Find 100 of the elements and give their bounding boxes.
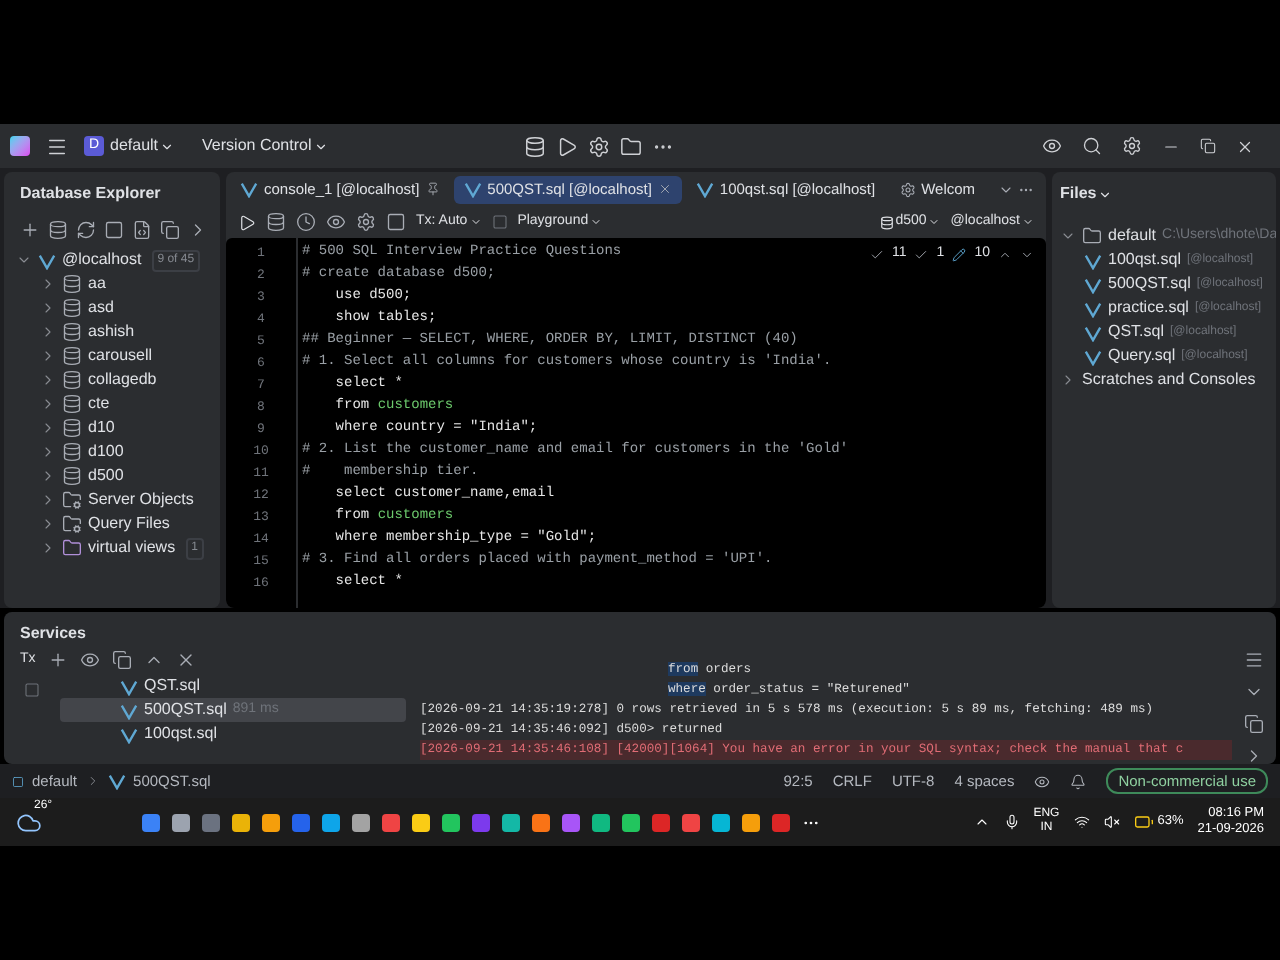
refresh-icon[interactable] bbox=[76, 220, 96, 240]
tree-item[interactable]: d500 bbox=[88, 464, 124, 488]
expand-icon[interactable] bbox=[40, 516, 56, 532]
schema-icon bbox=[62, 274, 82, 294]
caret-icon bbox=[313, 139, 328, 153]
execute-icon[interactable] bbox=[238, 213, 256, 231]
tree-item[interactable]: collagedb bbox=[88, 368, 157, 392]
file-tree-item[interactable]: QST.sql bbox=[1108, 320, 1165, 344]
check-icon bbox=[870, 247, 885, 262]
schema-icon bbox=[879, 215, 894, 229]
folder-icon[interactable] bbox=[619, 135, 642, 157]
add-icon[interactable] bbox=[47, 650, 68, 670]
sql-file-icon bbox=[463, 180, 482, 198]
expand-icon[interactable] bbox=[40, 396, 56, 412]
service-item[interactable]: QST.sql bbox=[60, 674, 406, 698]
collapse-icon[interactable] bbox=[16, 252, 32, 268]
folder-icon bbox=[62, 514, 82, 534]
explain-icon[interactable] bbox=[266, 212, 286, 232]
tree-item[interactable]: Query Files bbox=[88, 512, 170, 536]
tree-item[interactable]: ashish bbox=[88, 320, 135, 344]
schema-icon bbox=[62, 370, 82, 390]
version-control-menu[interactable]: Version Control bbox=[202, 134, 328, 158]
settings-icon[interactable] bbox=[1122, 136, 1142, 156]
view-icon[interactable] bbox=[326, 212, 346, 232]
folder-icon bbox=[62, 490, 82, 510]
schema-icon bbox=[62, 466, 82, 486]
code-editor[interactable] bbox=[226, 238, 1046, 608]
project-icon bbox=[12, 775, 24, 787]
expand-icon[interactable] bbox=[40, 540, 56, 556]
tree-item[interactable]: virtual views bbox=[88, 536, 176, 560]
next-icon[interactable] bbox=[1020, 247, 1034, 262]
previous-icon[interactable] bbox=[998, 247, 1012, 262]
expand-icon[interactable] bbox=[40, 300, 56, 316]
files-dropdown[interactable]: Files bbox=[1052, 172, 1276, 224]
battery-icon[interactable] bbox=[1133, 812, 1154, 832]
service-item[interactable]: 100qst.sql bbox=[60, 722, 406, 746]
expand-icon[interactable] bbox=[40, 444, 56, 460]
expand-icon[interactable] bbox=[40, 324, 56, 340]
menu-icon[interactable] bbox=[46, 135, 68, 157]
stop-icon[interactable] bbox=[386, 212, 406, 232]
tray-overflow-icon[interactable] bbox=[973, 814, 990, 830]
caret-icon bbox=[160, 139, 175, 153]
schema-icon bbox=[62, 394, 82, 414]
folder-icon bbox=[62, 538, 82, 558]
schema-icon bbox=[62, 418, 82, 438]
collapse-icon[interactable] bbox=[1060, 228, 1076, 244]
tree-item[interactable]: aa bbox=[88, 272, 106, 296]
expand-icon[interactable] bbox=[40, 492, 56, 508]
project-selector[interactable]: default bbox=[110, 134, 175, 158]
sql-file-icon bbox=[107, 772, 126, 790]
database-icon[interactable] bbox=[523, 135, 546, 157]
sql-file-icon bbox=[695, 180, 714, 198]
expand-icon[interactable] bbox=[40, 372, 56, 388]
file-tree-item[interactable]: 500QST.sql bbox=[1108, 272, 1191, 296]
panel-title: Database Explorer bbox=[18, 182, 163, 206]
expand-icon[interactable] bbox=[40, 468, 56, 484]
restore-icon[interactable] bbox=[1200, 138, 1216, 154]
sql-file-icon bbox=[240, 180, 258, 198]
stop-icon[interactable] bbox=[104, 220, 124, 240]
notifications-icon[interactable] bbox=[1070, 773, 1087, 789]
history-icon[interactable] bbox=[296, 212, 316, 232]
file-tree-item[interactable]: Scratches and Consoles bbox=[1082, 368, 1256, 392]
weather-icon[interactable] bbox=[16, 809, 42, 835]
add-icon[interactable] bbox=[20, 220, 40, 240]
tree-item[interactable]: d10 bbox=[88, 416, 115, 440]
console-icon[interactable] bbox=[132, 220, 152, 240]
panel-title: Services bbox=[18, 622, 88, 646]
data-source-icon[interactable] bbox=[48, 220, 68, 240]
caret-icon bbox=[1098, 187, 1113, 201]
muted-speaker-icon[interactable] bbox=[1103, 814, 1120, 830]
caret-icon bbox=[1022, 216, 1034, 228]
tree-item[interactable]: d100 bbox=[88, 440, 124, 464]
new-tab-icon[interactable] bbox=[111, 650, 132, 670]
schema-icon bbox=[62, 442, 82, 462]
tree-item[interactable]: @localhost bbox=[62, 248, 142, 272]
tree-item[interactable]: cte bbox=[88, 392, 110, 416]
wifi-icon[interactable] bbox=[1073, 814, 1090, 830]
settings-icon[interactable] bbox=[587, 135, 610, 157]
tree-item[interactable]: Server Objects bbox=[88, 488, 194, 512]
settings-icon[interactable] bbox=[356, 212, 376, 232]
tree-item[interactable]: asd bbox=[88, 296, 114, 320]
file-tree-item[interactable]: Query.sql bbox=[1108, 344, 1176, 368]
caret-icon bbox=[590, 216, 603, 228]
pencil-icon bbox=[952, 247, 967, 262]
microphone-icon[interactable] bbox=[1003, 814, 1020, 830]
search-icon[interactable] bbox=[1082, 136, 1102, 156]
file-tree-item[interactable]: default bbox=[1108, 224, 1157, 248]
tree-item[interactable]: carousell bbox=[88, 344, 153, 368]
file-tree-item[interactable]: 100qst.sql bbox=[1108, 248, 1181, 272]
app-logo-icon bbox=[10, 136, 30, 156]
run-icon[interactable] bbox=[555, 135, 578, 157]
expand-icon[interactable] bbox=[40, 420, 56, 436]
close-tab-icon[interactable] bbox=[657, 182, 672, 196]
expand-icon[interactable] bbox=[1060, 372, 1076, 388]
expand-icon[interactable] bbox=[40, 348, 56, 364]
wrap-icon[interactable] bbox=[1244, 650, 1264, 670]
file-tree-item[interactable]: practice.sql bbox=[1108, 296, 1189, 320]
view-icon[interactable] bbox=[79, 650, 100, 670]
close-icon[interactable] bbox=[1236, 137, 1254, 155]
expand-icon[interactable] bbox=[40, 276, 56, 292]
